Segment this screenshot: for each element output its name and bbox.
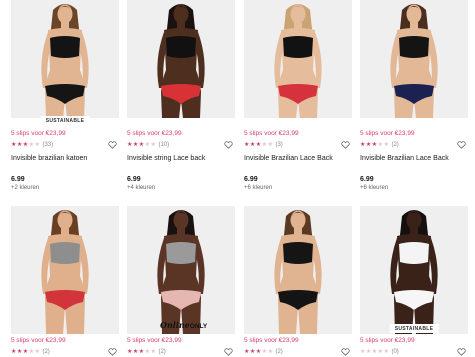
promo-text: 5 slips voor €23,99 [244, 130, 299, 137]
model-illustration [11, 0, 119, 118]
online-only-logo: OnlineONLY [160, 320, 208, 330]
heart-icon[interactable] [457, 141, 466, 149]
rating: ★★★★★ (10) [127, 141, 169, 149]
color-count[interactable]: +4 kleuren [127, 185, 155, 191]
heart-icon[interactable] [341, 348, 350, 356]
product-title[interactable]: Invisible Brazilian Lace Back [244, 155, 333, 162]
color-count[interactable]: +2 kleuren [11, 185, 39, 191]
model-illustration [127, 0, 235, 118]
promo-text: 5 slips voor €23,99 [244, 337, 299, 344]
rating: ★★★★★ (2) [127, 348, 166, 356]
rating: ★★★★★ (2) [244, 348, 283, 356]
sustainable-badge: SUSTAINABLE [40, 116, 90, 125]
product-title[interactable]: Invisible brazilian katoen [11, 155, 87, 162]
promo-text: 5 slips voor €23,99 [360, 337, 415, 344]
promo-text: 5 slips voor €23,99 [11, 130, 66, 137]
promo-text: 5 slips voor €23,99 [11, 337, 66, 344]
promo-text: 5 slips voor €23,99 [360, 130, 415, 137]
sustainable-badge: SUSTAINABLE [389, 324, 439, 333]
color-count[interactable]: +6 kleuren [244, 185, 272, 191]
product-image[interactable] [360, 0, 468, 118]
star-rating-icon: ★★★★★ [244, 142, 274, 148]
model-illustration [360, 206, 468, 334]
heart-icon[interactable] [341, 141, 350, 149]
product-image[interactable] [244, 206, 352, 334]
product-price: 6.99 [360, 176, 374, 183]
review-count: (10) [158, 142, 170, 148]
product-image[interactable] [360, 206, 468, 334]
review-count: (2) [42, 349, 50, 355]
product-price: 6.99 [11, 176, 25, 183]
star-rating-icon: ★★★★★ [244, 349, 274, 355]
heart-icon[interactable] [108, 141, 117, 149]
product-grid: SUSTAINABLE 5 slips voor €23,99 ★★★★★ (33… [0, 0, 475, 357]
review-count: (3) [275, 142, 283, 148]
star-rating-icon: ★★★★★ [11, 349, 41, 355]
star-rating-icon: ★★★★★ [360, 349, 390, 355]
rating: ★★★★★ (2) [11, 348, 50, 356]
product-title[interactable]: Invisible Brazilian Lace Back [360, 155, 449, 162]
color-count[interactable]: +6 kleuren [360, 185, 388, 191]
heart-icon[interactable] [224, 141, 233, 149]
review-count: (2) [391, 142, 399, 148]
model-illustration [244, 0, 352, 118]
heart-icon[interactable] [224, 348, 233, 356]
product-title[interactable]: Invisible string Lace back [127, 155, 205, 162]
model-illustration [360, 0, 468, 118]
rating: ★★★★★ (3) [244, 141, 283, 149]
rating: ★★★★★ (2) [360, 141, 399, 149]
product-image[interactable] [127, 206, 235, 334]
star-rating-icon: ★★★★★ [127, 142, 157, 148]
product-image[interactable] [11, 206, 119, 334]
heart-icon[interactable] [108, 348, 117, 356]
product-image[interactable] [127, 0, 235, 118]
rating: ★★★★★ (0) [360, 348, 399, 356]
model-illustration [127, 206, 235, 334]
review-count: (0) [391, 349, 399, 355]
star-rating-icon: ★★★★★ [360, 142, 390, 148]
heart-icon[interactable] [457, 348, 466, 356]
product-price: 6.99 [127, 176, 141, 183]
product-price: 6.99 [244, 176, 258, 183]
rating: ★★★★★ (33) [11, 141, 53, 149]
promo-text: 5 slips voor €23,99 [127, 337, 182, 344]
star-rating-icon: ★★★★★ [127, 349, 157, 355]
review-count: (2) [275, 349, 283, 355]
promo-text: 5 slips voor €23,99 [127, 130, 182, 137]
star-rating-icon: ★★★★★ [11, 142, 41, 148]
review-count: (33) [42, 142, 54, 148]
product-image[interactable] [244, 0, 352, 118]
review-count: (2) [158, 349, 166, 355]
model-illustration [11, 206, 119, 334]
model-illustration [244, 206, 352, 334]
product-image[interactable] [11, 0, 119, 118]
